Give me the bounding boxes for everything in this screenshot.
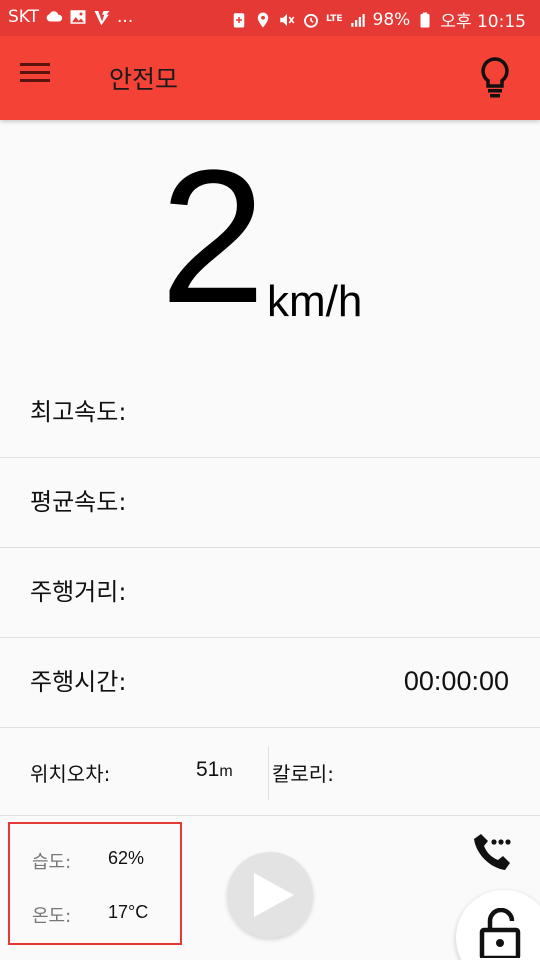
battery-icon: [420, 12, 430, 27]
overflow-indicator: ...: [117, 7, 134, 27]
calorie-label: 칼로리:: [272, 762, 334, 786]
battery-saver-icon: [233, 12, 245, 27]
environment-panel: 습도: 62% 온도: 17°C: [8, 822, 182, 945]
battery-percent: 98%: [372, 9, 411, 30]
location-icon: [257, 12, 269, 27]
stat-row-max-speed: 최고속도:: [0, 368, 540, 458]
max-speed-label: 최고속도:: [30, 398, 127, 426]
status-bar: SKT ... LTE 98% 오후 10:15: [0, 0, 540, 36]
light-toggle-button[interactable]: [478, 56, 518, 100]
mute-icon: [280, 13, 295, 26]
speed-value: 2: [160, 131, 266, 343]
carrier-label: SKT: [8, 7, 40, 27]
temperature-value: 17°C: [108, 902, 149, 922]
image-icon: [70, 10, 86, 24]
signal-icon: [350, 13, 365, 27]
lte-icon: LTE: [325, 14, 343, 24]
clock: 오후 10:15: [440, 12, 526, 32]
stat-row-avg-speed: 평균속도:: [0, 458, 540, 548]
position-error-label: 위치오차:: [30, 762, 111, 786]
app-notification-icon: [94, 11, 110, 26]
play-button[interactable]: [227, 852, 313, 938]
phone-button[interactable]: [468, 828, 516, 876]
humidity-value: 62%: [108, 848, 145, 868]
play-icon: [254, 873, 294, 917]
unlock-icon: [479, 908, 521, 958]
alarm-icon: [304, 13, 318, 28]
app-title: 안전모: [109, 65, 179, 94]
position-error-value: 51m: [196, 758, 233, 782]
phone-icon: [474, 834, 511, 870]
info-divider: [268, 746, 269, 800]
lightbulb-icon: [481, 57, 509, 98]
cloud-icon: [46, 11, 63, 22]
hamburger-menu-icon: [20, 63, 50, 82]
stat-row-distance: 주행거리:: [0, 548, 540, 638]
humidity-row: 습도: 62%: [32, 848, 144, 874]
ride-time-label: 주행시간:: [30, 668, 127, 696]
position-error-unit: m: [219, 763, 233, 780]
stat-row-ride-time: 주행시간: 00:00:00: [0, 638, 540, 728]
distance-label: 주행거리:: [30, 578, 127, 606]
speed-display: 2 km/h: [0, 142, 540, 340]
app-bar: 안전모: [0, 36, 540, 120]
temperature-row: 온도: 17°C: [32, 902, 148, 928]
humidity-label: 습도:: [32, 852, 72, 873]
info-row: 위치오차: 51m 칼로리:: [0, 728, 540, 816]
lock-button[interactable]: [456, 890, 540, 960]
position-error-number: 51: [196, 758, 220, 781]
temperature-label: 온도:: [32, 906, 72, 927]
app-screen: SKT ... LTE 98% 오후 10:15 안전모 2 km/h 최고속도…: [0, 0, 540, 960]
menu-button[interactable]: [20, 60, 64, 96]
ride-time-value: 00:00:00: [403, 666, 509, 696]
avg-speed-label: 평균속도:: [30, 488, 127, 516]
speed-unit: km/h: [267, 277, 363, 326]
